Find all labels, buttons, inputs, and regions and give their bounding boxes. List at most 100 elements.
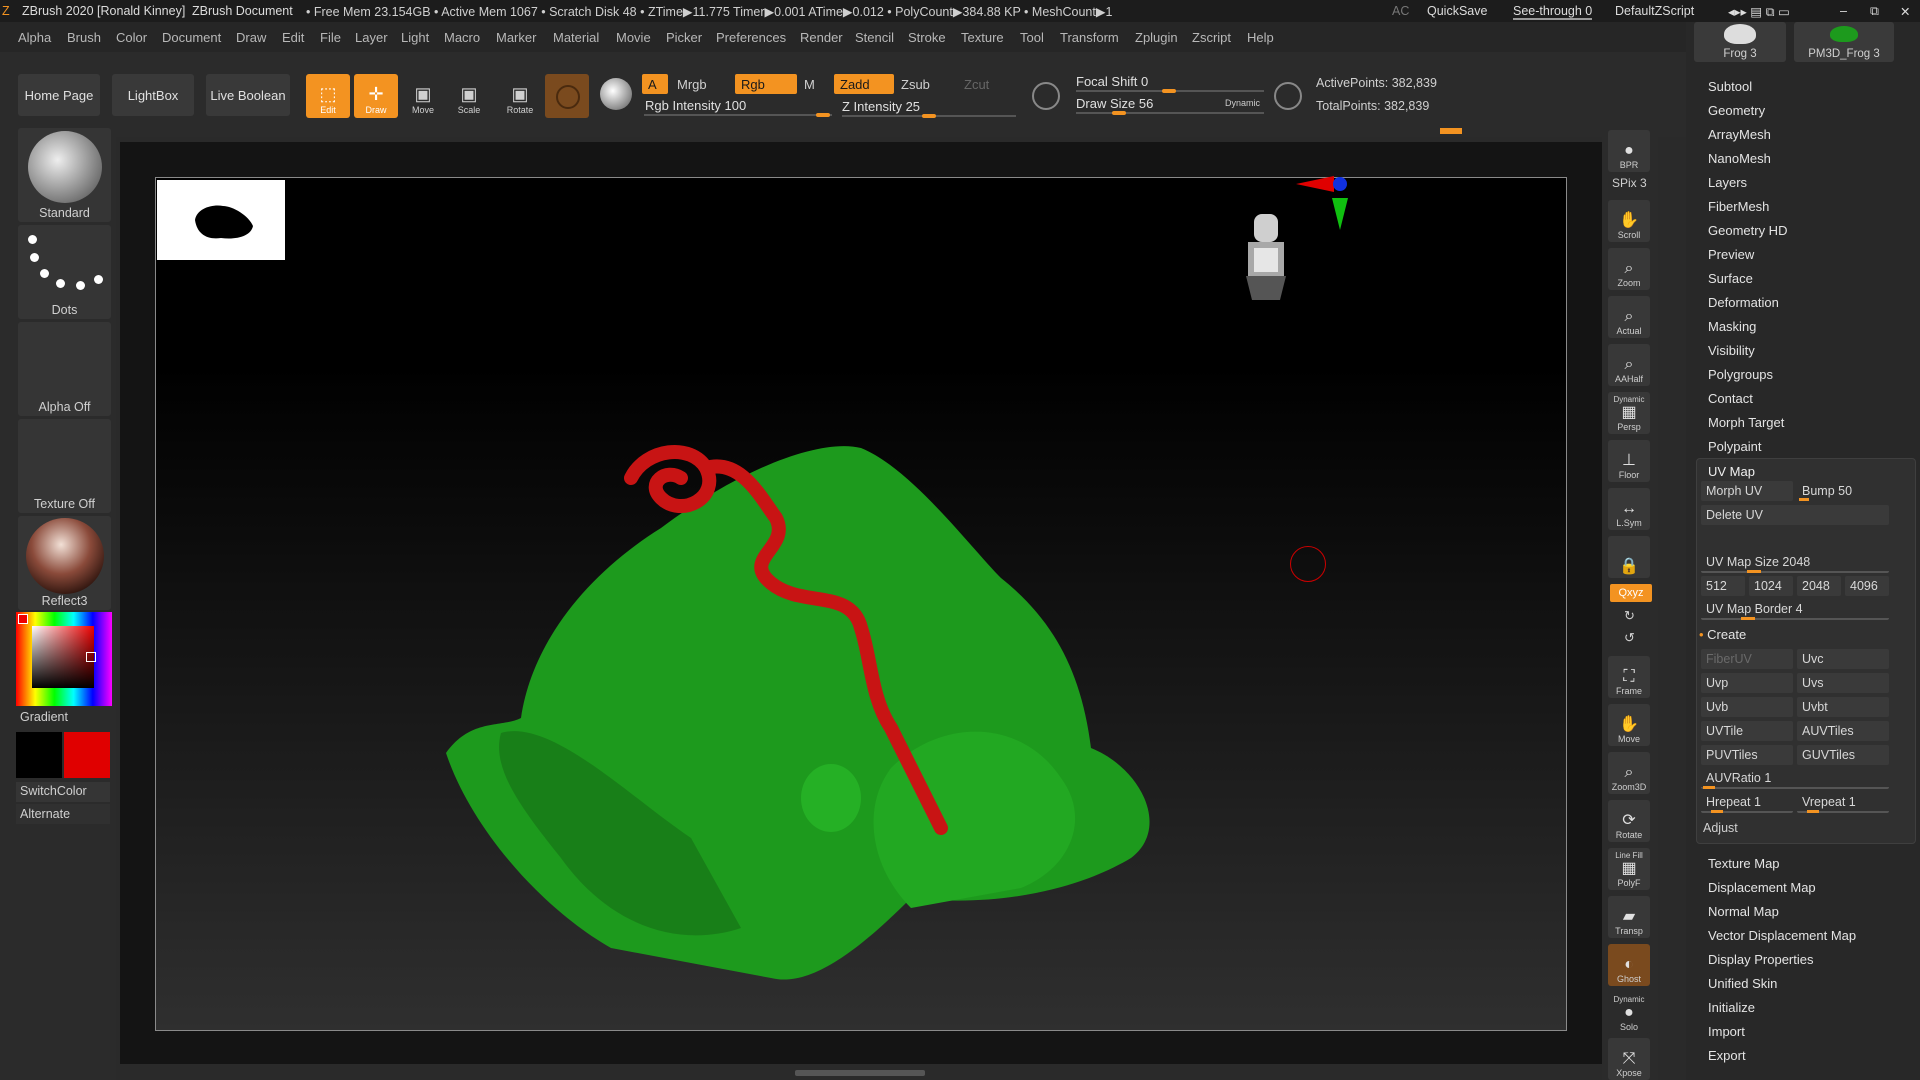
geometry-hd-menu[interactable]: Geometry HD	[1708, 223, 1787, 238]
frame-button[interactable]: ⛶ Frame	[1608, 656, 1650, 698]
transp-button[interactable]: ▰ Transp	[1608, 896, 1650, 938]
menu-document[interactable]: Document	[162, 30, 221, 45]
uv-map-size-slider[interactable]: UV Map Size 2048	[1701, 553, 1889, 573]
close-icon[interactable]: ✕	[1900, 4, 1910, 19]
xpose-button[interactable]: ⤧ Xpose	[1608, 1038, 1650, 1080]
unified-skin-menu[interactable]: Unified Skin	[1708, 976, 1777, 991]
fiberuv-button[interactable]: FiberUV	[1701, 649, 1793, 669]
bpr-button[interactable]: ● BPR	[1608, 130, 1650, 172]
move-button[interactable]: ▣ Move	[401, 74, 445, 118]
menu-brush[interactable]: Brush	[67, 30, 101, 45]
menu-zscript[interactable]: Zscript	[1192, 30, 1231, 45]
primary-color-swatch[interactable]	[16, 732, 62, 778]
focal-shift-icon[interactable]	[1032, 82, 1060, 110]
surface-menu[interactable]: Surface	[1708, 271, 1753, 286]
adjust-section[interactable]: Adjust	[1703, 821, 1738, 835]
uvp-button[interactable]: Uvp	[1701, 673, 1793, 693]
live-boolean-button[interactable]: Live Boolean	[206, 74, 290, 116]
texture-map-menu[interactable]: Texture Map	[1708, 856, 1780, 871]
zsub-toggle[interactable]: Zsub	[895, 74, 955, 94]
xyz-toggle[interactable]: Qxyz	[1610, 584, 1652, 602]
ghost-button[interactable]: ◐ Ghost	[1608, 944, 1650, 986]
floor-button[interactable]: ⊥ Floor	[1608, 440, 1650, 482]
persp-button[interactable]: Dynamic ▦ Persp	[1608, 392, 1650, 434]
m-toggle[interactable]: M	[798, 74, 828, 94]
displacement-map-menu[interactable]: Displacement Map	[1708, 880, 1816, 895]
restore-icon[interactable]: ⧉	[1870, 4, 1879, 19]
uvbt-button[interactable]: Uvbt	[1797, 697, 1889, 717]
default-zscript-button[interactable]: DefaultZScript	[1615, 4, 1694, 18]
uv-map-border-slider[interactable]: UV Map Border 4	[1701, 600, 1889, 620]
stroke-selector[interactable]: Dots	[18, 225, 111, 319]
tool-thumb-frog[interactable]: Frog 3	[1694, 22, 1786, 62]
zoom3d-button[interactable]: ⌕ Zoom3D	[1608, 752, 1650, 794]
secondary-color-swatch[interactable]	[64, 732, 110, 778]
morph-uv-button[interactable]: Morph UV	[1701, 481, 1793, 501]
mrgb-toggle[interactable]: Mrgb	[671, 74, 741, 94]
spotlight-icon[interactable]	[600, 78, 632, 110]
fibermesh-menu[interactable]: FiberMesh	[1708, 199, 1769, 214]
polypaint-menu[interactable]: Polypaint	[1708, 439, 1761, 454]
texture-selector[interactable]: Texture Off	[18, 419, 111, 513]
scroll-button[interactable]: ✋ Scroll	[1608, 200, 1650, 242]
ac-label[interactable]: AC	[1392, 4, 1409, 18]
delete-uv-button[interactable]: Delete UV	[1701, 505, 1889, 525]
menu-marker[interactable]: Marker	[496, 30, 536, 45]
menu-transform[interactable]: Transform	[1060, 30, 1119, 45]
menu-edit[interactable]: Edit	[282, 30, 304, 45]
menu-alpha[interactable]: Alpha	[18, 30, 51, 45]
menu-color[interactable]: Color	[116, 30, 147, 45]
draw-size-slider[interactable]: Draw Size 56 Dynamic	[1076, 94, 1264, 115]
material-selector[interactable]: Reflect3	[18, 516, 111, 610]
menu-material[interactable]: Material	[553, 30, 599, 45]
menu-help[interactable]: Help	[1247, 30, 1274, 45]
auvtiles-button[interactable]: AUVTiles	[1797, 721, 1889, 741]
aahalf-button[interactable]: ⌕ AAHalf	[1608, 344, 1650, 386]
menu-draw[interactable]: Draw	[236, 30, 266, 45]
contact-menu[interactable]: Contact	[1708, 391, 1753, 406]
deformation-menu[interactable]: Deformation	[1708, 295, 1779, 310]
uv-size-2048-button[interactable]: 2048	[1797, 576, 1841, 596]
solo-button[interactable]: Dynamic ● Solo	[1608, 992, 1650, 1034]
zoom-button[interactable]: ⌕ Zoom	[1608, 248, 1650, 290]
color-square[interactable]	[32, 626, 94, 688]
menu-layer[interactable]: Layer	[355, 30, 388, 45]
puvtiles-button[interactable]: PUVTiles	[1701, 745, 1793, 765]
actual-button[interactable]: ⌕ Actual	[1608, 296, 1650, 338]
lightbox-button[interactable]: LightBox	[112, 74, 194, 116]
morph-target-menu[interactable]: Morph Target	[1708, 415, 1784, 430]
spix-slider[interactable]: SPix 3	[1612, 176, 1647, 190]
gradient-button[interactable]: Gradient	[20, 710, 68, 724]
uv-size-512-button[interactable]: 512	[1701, 576, 1745, 596]
menu-tool[interactable]: Tool	[1020, 30, 1044, 45]
polygroups-menu[interactable]: Polygroups	[1708, 367, 1773, 382]
menu-picker[interactable]: Picker	[666, 30, 702, 45]
rotate3d-button[interactable]: ⟳ Rotate	[1608, 800, 1650, 842]
menu-stroke[interactable]: Stroke	[908, 30, 946, 45]
switch-color-button[interactable]: SwitchColor	[16, 782, 110, 802]
material-swatch-button[interactable]	[545, 74, 589, 118]
uvc-button[interactable]: Uvc	[1797, 649, 1889, 669]
geometry-menu[interactable]: Geometry	[1708, 103, 1765, 118]
guvtiles-button[interactable]: GUVTiles	[1797, 745, 1889, 765]
create-section[interactable]: • Create	[1699, 627, 1746, 642]
menu-macro[interactable]: Macro	[444, 30, 480, 45]
hrepeat-slider[interactable]: Hrepeat 1	[1701, 793, 1793, 813]
polyf-button[interactable]: Line Fill ▦ PolyF	[1608, 848, 1650, 890]
masking-menu[interactable]: Masking	[1708, 319, 1756, 334]
nanomesh-menu[interactable]: NanoMesh	[1708, 151, 1771, 166]
menu-zplugin[interactable]: Zplugin	[1135, 30, 1178, 45]
brush-selector[interactable]: Standard	[18, 128, 111, 222]
bottom-tray-handle[interactable]	[795, 1070, 925, 1076]
alpha-selector[interactable]: Alpha Off	[18, 322, 111, 416]
normal-map-menu[interactable]: Normal Map	[1708, 904, 1779, 919]
menu-file[interactable]: File	[320, 30, 341, 45]
menu-stencil[interactable]: Stencil	[855, 30, 894, 45]
lock-button[interactable]: 🔒	[1608, 536, 1650, 578]
uvs-button[interactable]: Uvs	[1797, 673, 1889, 693]
orientation-gizmo-icon[interactable]	[1292, 174, 1352, 234]
alternate-button[interactable]: Alternate	[16, 804, 110, 824]
move3d-button[interactable]: ✋ Move	[1608, 704, 1650, 746]
document-canvas[interactable]	[155, 174, 1567, 1031]
subtool-menu[interactable]: Subtool	[1708, 79, 1752, 94]
